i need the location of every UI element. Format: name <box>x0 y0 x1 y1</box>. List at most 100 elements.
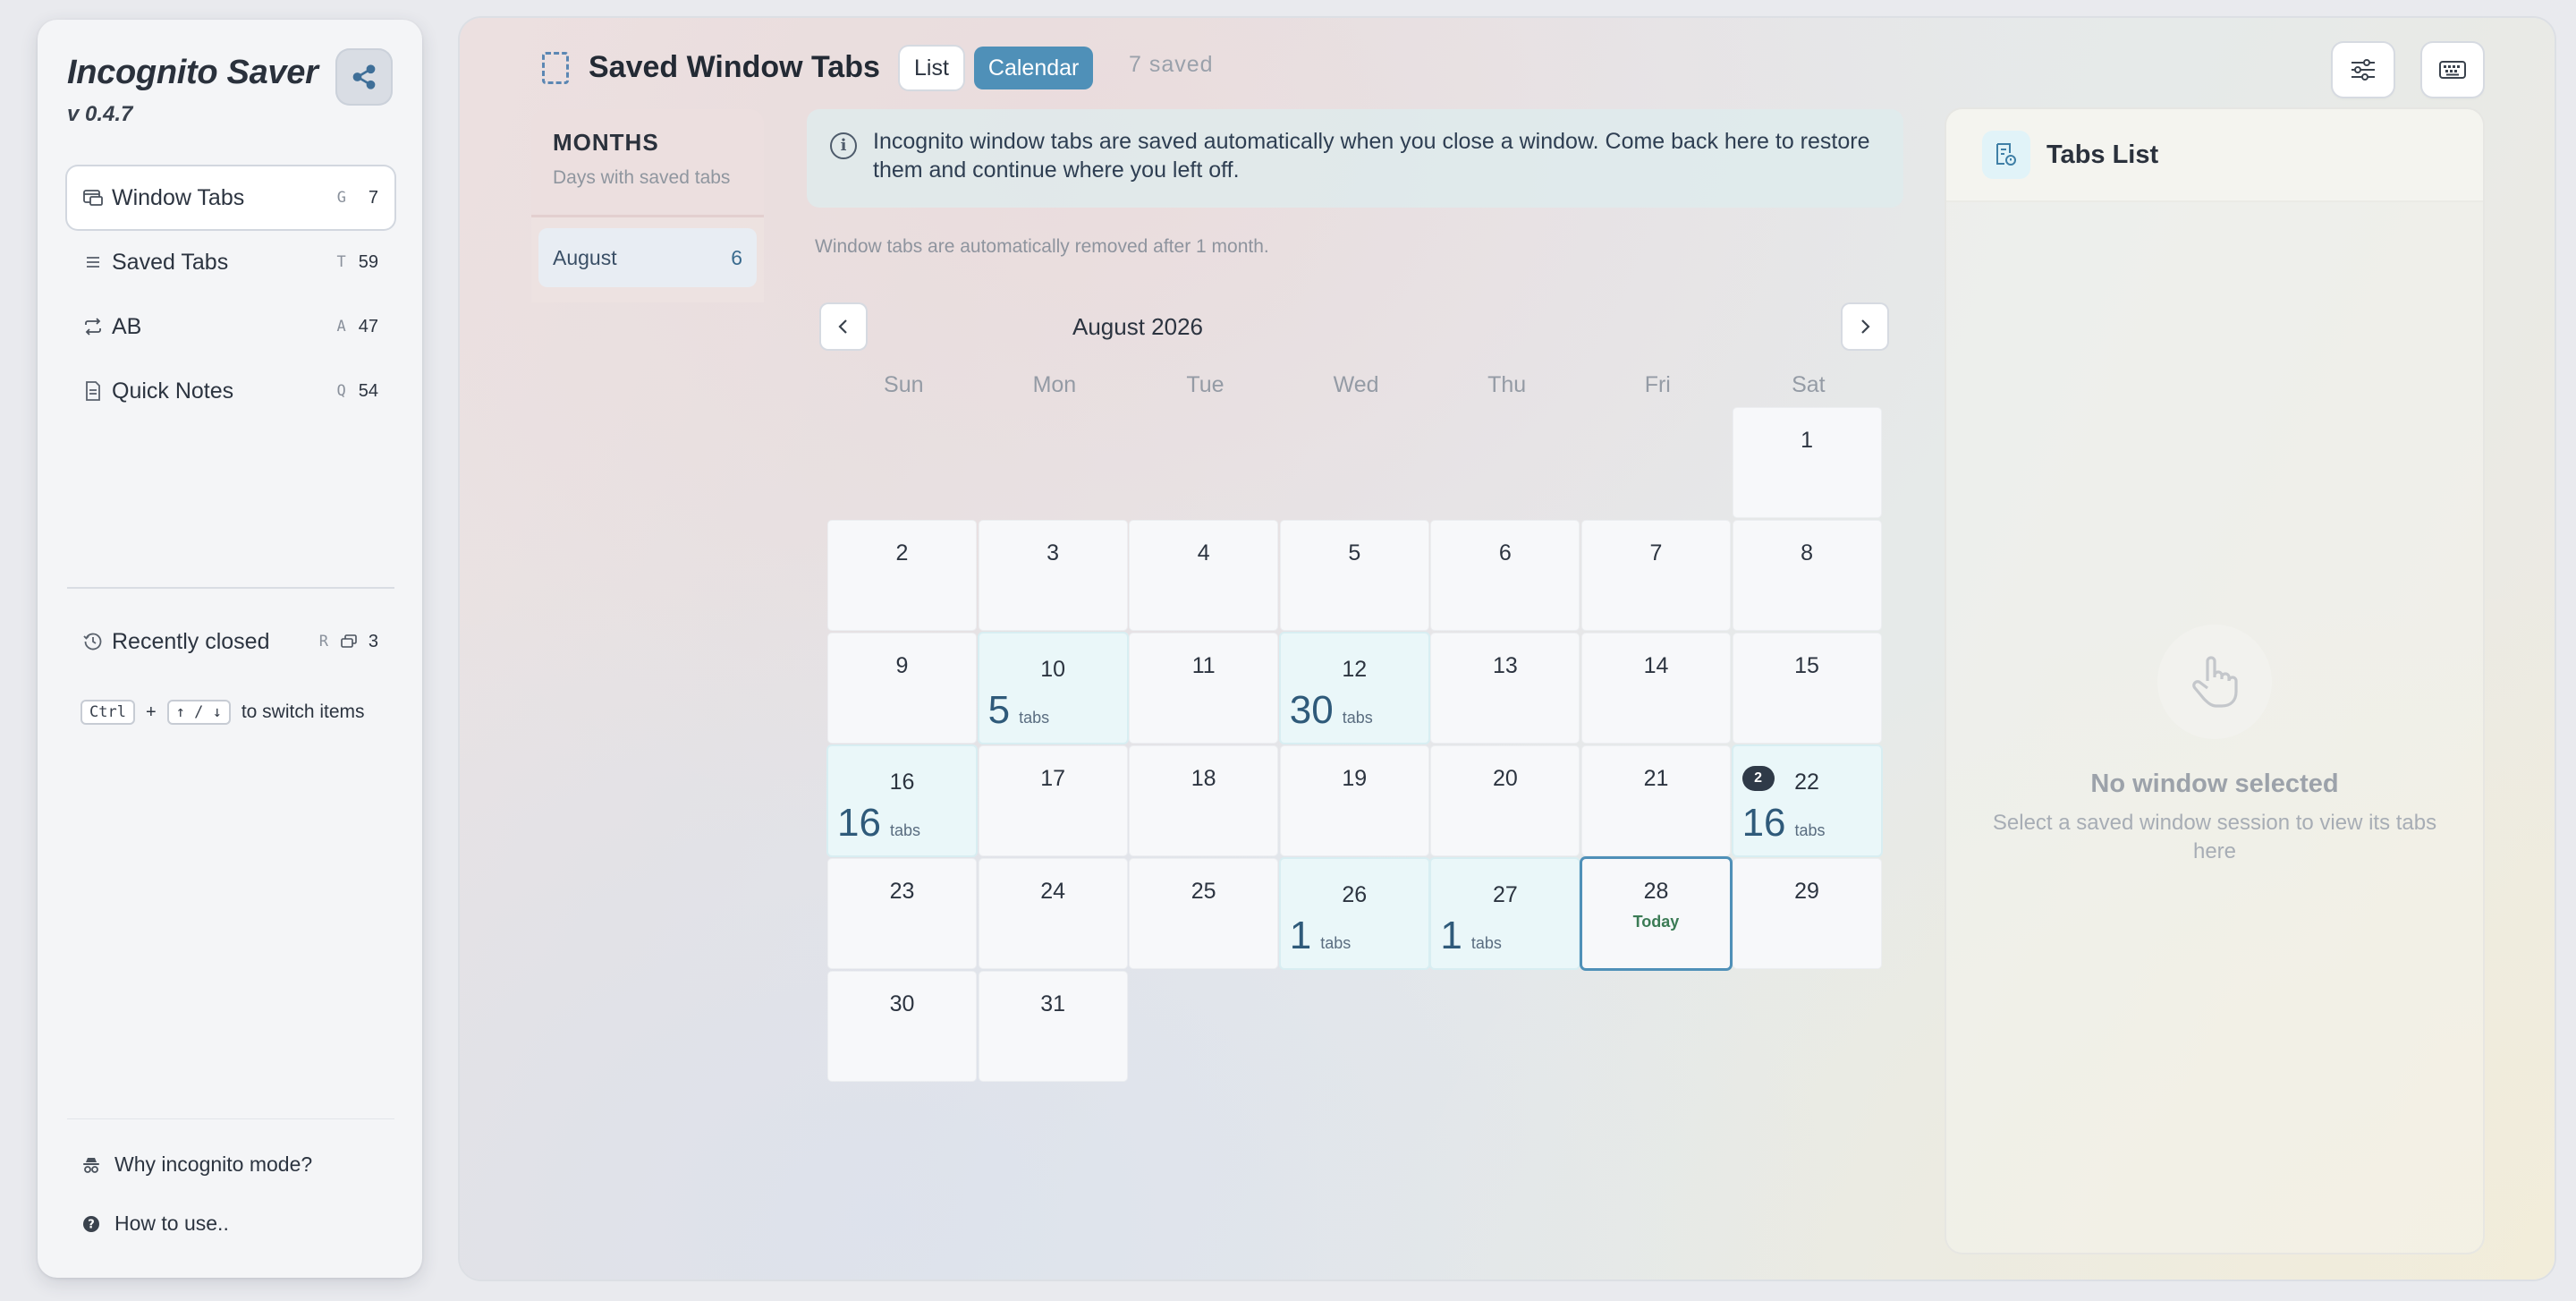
calendar-day: 14 <box>1581 633 1730 743</box>
sliders-icon <box>2351 59 2375 81</box>
item-count: 7 <box>368 187 378 208</box>
month-item[interactable]: August 6 <box>538 228 757 287</box>
hint-text: to switch items <box>241 702 365 722</box>
calendar-day: 5 <box>1280 521 1428 630</box>
session-count-badge: 2 <box>1741 766 1775 791</box>
why-incognito-link[interactable]: Why incognito mode? <box>80 1152 312 1177</box>
tabs-unit: tabs <box>1470 934 1502 952</box>
tabs-number: 5 <box>987 688 1011 732</box>
page-title: Saved Window Tabs <box>589 50 880 84</box>
calendar-day-saved[interactable]: 27 1 tabs <box>1431 859 1580 968</box>
calendar-day: 8 <box>1733 521 1881 630</box>
months-title: MONTHS <box>553 129 659 156</box>
tabs-unit: tabs <box>1320 934 1352 952</box>
tabs-unit: tabs <box>889 821 920 839</box>
calendar-day: 30 <box>828 972 976 1081</box>
calendar-day: 17 <box>979 746 1127 855</box>
empty-state-subtitle: Select a saved window session to view it… <box>1992 811 2437 863</box>
calendar-day: 29 <box>1733 859 1881 968</box>
shortcut-key: A <box>336 318 346 336</box>
link-label: Why incognito mode? <box>114 1152 313 1176</box>
saved-count: 7 saved <box>1129 52 1214 77</box>
day-number: 2 <box>895 540 909 565</box>
sidebar-item-label: Window Tabs <box>112 184 245 210</box>
list-view-button[interactable]: List <box>900 47 963 89</box>
arrow-keys: ↑ / ↓ <box>166 700 231 725</box>
item-count: 3 <box>368 631 378 651</box>
calendar-day-saved[interactable]: 12 30 tabs <box>1280 633 1428 743</box>
chevron-left-icon <box>838 319 847 334</box>
incognito-icon <box>80 1156 102 1174</box>
calendar-day: 7 <box>1581 521 1730 630</box>
weekday-label: Tue <box>1186 372 1224 397</box>
day-number: 15 <box>1794 653 1819 678</box>
calendar-empty-cell <box>828 408 976 517</box>
day-number: 13 <box>1492 653 1518 678</box>
day-number: 24 <box>1040 879 1065 904</box>
day-number: 18 <box>1191 766 1216 791</box>
item-count: 47 <box>358 316 378 336</box>
calendar-grid: 1 2 3 4 5 6 7 8 9 10 5 tabs 11 12 30 tabs 13 14 15 16 16 tabs… <box>828 408 1881 1081</box>
share-button[interactable] <box>335 48 393 106</box>
sidebar-item-quick-notes[interactable]: Quick Notes Q 54 <box>67 360 394 422</box>
calendar-day-saved[interactable]: 10 5 tabs <box>979 633 1127 743</box>
month-name: August <box>553 245 617 269</box>
sidebar-item-label: AB <box>112 313 142 339</box>
weekday-label: Wed <box>1333 372 1379 397</box>
sidebar-item-label: Quick Notes <box>112 378 234 404</box>
next-month-button[interactable] <box>1843 304 1887 349</box>
view-toggle: List Calendar <box>900 47 1104 89</box>
calendar-day: 20 <box>1431 746 1580 855</box>
weekday-header: Sun Mon Tue Wed Thu Fri Sat <box>828 372 1884 398</box>
keyboard-shortcuts-button[interactable] <box>2422 43 2483 97</box>
calendar-day-today: 28 Today <box>1581 859 1730 968</box>
tabs-count: 30 tabs <box>1290 691 1373 730</box>
sidebar-item-recently-closed[interactable]: Recently closed R 3 <box>67 610 394 673</box>
previous-month-button[interactable] <box>821 304 866 349</box>
tabs-number: 16 <box>1741 801 1786 845</box>
settings-button[interactable] <box>2333 43 2394 97</box>
window-tabs-icon <box>83 188 103 208</box>
day-number: 14 <box>1643 653 1669 678</box>
calendar-day: 25 <box>1130 859 1278 968</box>
how-to-use-link[interactable]: ? How to use.. <box>80 1212 229 1236</box>
calendar-day-saved[interactable]: 22 2 16 tabs <box>1733 746 1881 855</box>
ctrl-key: Ctrl <box>80 700 135 725</box>
day-number: 19 <box>1342 766 1368 791</box>
sidebar-item-label: Saved Tabs <box>112 249 229 275</box>
day-number: 31 <box>1040 991 1065 1016</box>
auto-remove-note: Window tabs are automatically removed af… <box>815 236 1269 257</box>
app-version: v 0.4.7 <box>67 102 133 126</box>
pointer-hand-icon <box>2192 656 2238 708</box>
weekday-label: Thu <box>1487 372 1527 397</box>
note-icon <box>83 381 103 401</box>
tabs-count: 16 tabs <box>1742 804 1826 843</box>
empty-state-illustration <box>2157 625 2272 739</box>
day-number: 11 <box>1191 653 1216 678</box>
day-number: 3 <box>1046 540 1060 565</box>
shortcut-key: G <box>336 189 346 207</box>
calendar-day: 6 <box>1431 521 1580 630</box>
sidebar-item-saved-tabs[interactable]: Saved Tabs T 59 <box>67 231 394 293</box>
sidebar: Incognito Saver v 0.4.7 Window Tabs G 7 … <box>38 20 422 1278</box>
day-number: 29 <box>1794 879 1819 904</box>
tabs-number: 16 <box>837 801 881 845</box>
tabs-number: 1 <box>1440 914 1462 957</box>
calendar-day: 13 <box>1431 633 1580 743</box>
calendar-day: 4 <box>1130 521 1278 630</box>
shortcut-key: Q <box>336 382 346 400</box>
day-number: 9 <box>895 653 909 678</box>
calendar-day-saved[interactable]: 16 16 tabs <box>828 746 976 855</box>
weekday-label: Mon <box>1032 372 1077 397</box>
weekday-label: Fri <box>1644 372 1671 397</box>
sidebar-item-ab[interactable]: AB A 47 <box>67 295 394 358</box>
day-number: 25 <box>1191 879 1216 904</box>
info-message: Incognito window tabs are saved automati… <box>873 129 1870 183</box>
tabs-unit: tabs <box>1794 821 1826 839</box>
calendar-empty-cell <box>1582 408 1730 517</box>
tabs-count: 1 tabs <box>1440 916 1502 956</box>
month-count: 6 <box>731 245 742 269</box>
sidebar-item-window-tabs[interactable]: Window Tabs G 7 <box>67 166 394 229</box>
calendar-day-saved[interactable]: 26 1 tabs <box>1280 859 1428 968</box>
calendar-view-button[interactable]: Calendar <box>973 47 1094 89</box>
